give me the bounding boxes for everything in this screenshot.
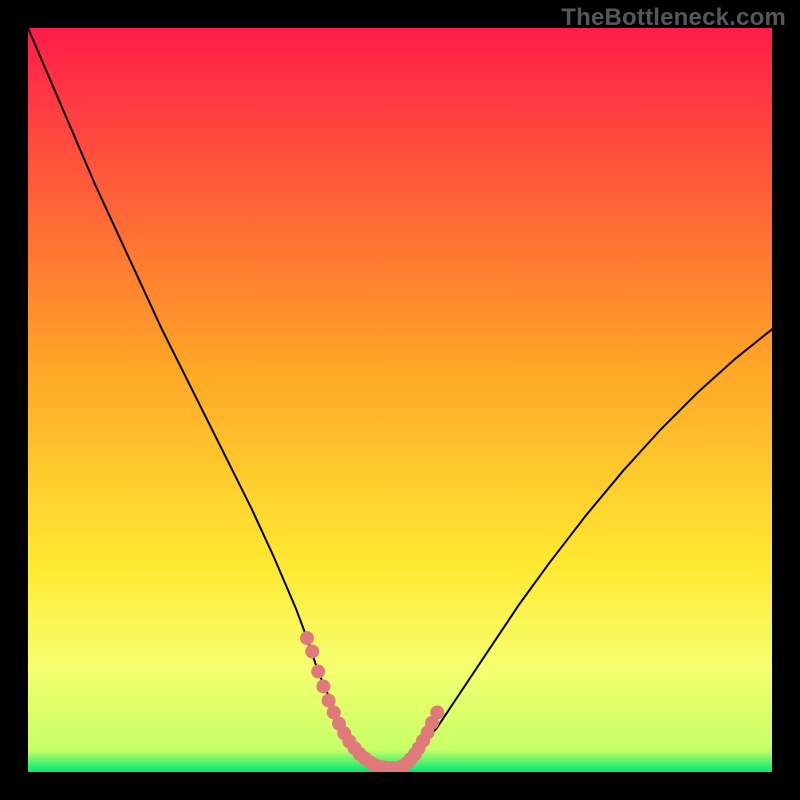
marker-dot xyxy=(430,705,444,719)
gradient-background xyxy=(28,28,772,772)
chart-svg xyxy=(28,28,772,772)
chart-area xyxy=(28,28,772,772)
outer-frame: TheBottleneck.com xyxy=(0,0,800,800)
watermark-text: TheBottleneck.com xyxy=(561,4,786,32)
marker-dot xyxy=(311,665,325,679)
marker-dot xyxy=(300,631,314,645)
marker-dot xyxy=(305,644,319,658)
marker-dot xyxy=(322,694,336,708)
marker-dot xyxy=(316,679,330,693)
